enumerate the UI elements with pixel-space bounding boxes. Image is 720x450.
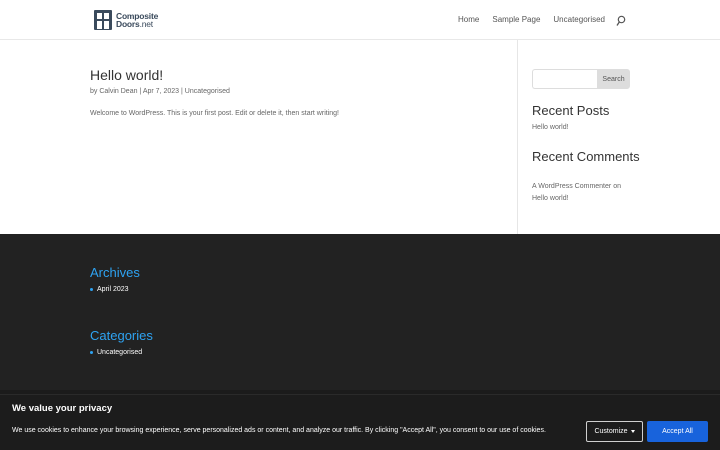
nav-home[interactable]: Home [458, 14, 479, 26]
bullet-icon [90, 351, 93, 354]
site-header: Composite Doors.net Home Sample Page Unc… [0, 0, 720, 40]
main-nav: Home Sample Page Uncategorised [445, 14, 626, 26]
nav-sample-page[interactable]: Sample Page [492, 14, 540, 26]
nav-uncategorised[interactable]: Uncategorised [553, 14, 605, 26]
cookie-banner: We value your privacy We use cookies to … [0, 394, 720, 450]
search-icon[interactable] [616, 14, 626, 26]
search-button[interactable]: Search [597, 69, 630, 89]
site-logo[interactable]: Composite Doors.net [93, 8, 158, 32]
search-input[interactable] [532, 69, 597, 89]
bullet-icon [90, 288, 93, 291]
comment-author-link[interactable]: A WordPress Commenter [532, 183, 611, 190]
archives-title: Archives [90, 265, 140, 280]
meta-separator: | [139, 88, 142, 95]
logo-line2: Doors [116, 19, 140, 29]
post-author-link[interactable]: Calvin Dean [99, 88, 137, 95]
recent-post-link[interactable]: Hello world! [532, 122, 569, 134]
logo-tld: .net [139, 19, 154, 29]
main-content: Hello world! by Calvin Dean | Apr 7, 202… [0, 40, 720, 234]
post-title[interactable]: Hello world! [90, 67, 163, 83]
sidebar-divider [517, 40, 518, 234]
archive-item[interactable]: April 2023 [90, 286, 129, 293]
customize-button[interactable]: Customize [586, 421, 643, 442]
door-logo-icon [93, 9, 113, 31]
post-category-link[interactable]: Uncategorised [185, 88, 230, 95]
comment-post-link[interactable]: Hello world! [532, 193, 569, 205]
recent-comments-title: Recent Comments [532, 149, 640, 164]
caret-down-icon [630, 430, 635, 433]
post-date: Apr 7, 2023 [142, 88, 180, 95]
recent-comment: A WordPress Commenter on [532, 181, 621, 193]
post-meta: by Calvin Dean | Apr 7, 2023 | Uncategor… [90, 88, 230, 95]
post-excerpt: Welcome to WordPress. This is your first… [90, 110, 339, 117]
cookie-title: We value your privacy [12, 403, 113, 414]
meta-separator: | [181, 88, 183, 95]
cookie-text: We use cookies to enhance your browsing … [12, 427, 546, 434]
customize-label: Customize [594, 428, 628, 435]
category-item[interactable]: Uncategorised [90, 349, 142, 356]
sidebar-search: Search [532, 69, 630, 89]
category-link[interactable]: Uncategorised [97, 349, 142, 356]
meta-by: by [90, 88, 98, 95]
logo-text: Composite Doors.net [116, 11, 158, 29]
archive-link[interactable]: April 2023 [97, 286, 129, 293]
categories-title: Categories [90, 328, 153, 343]
recent-posts-title: Recent Posts [532, 103, 610, 118]
comment-on: on [613, 183, 621, 190]
accept-all-button[interactable]: Accept All [647, 421, 708, 442]
